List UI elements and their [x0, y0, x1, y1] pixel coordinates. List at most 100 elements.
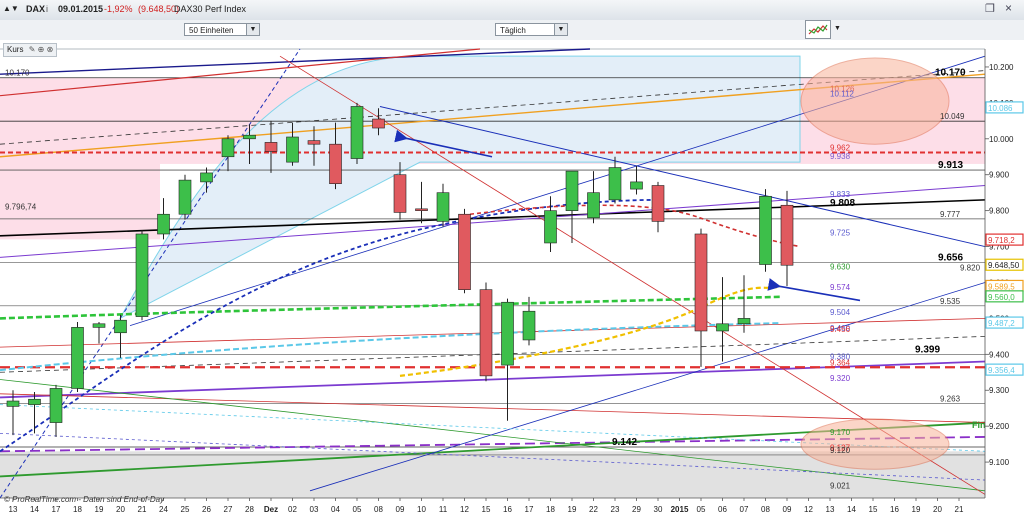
axis-value-badge-label: 9.648,50 [988, 261, 1020, 270]
panel-label-text: Kurs [7, 45, 24, 54]
candle[interactable] [49, 388, 63, 423]
candle[interactable] [737, 318, 751, 325]
x-tick-label: 19 [568, 505, 577, 514]
candle[interactable] [565, 170, 579, 211]
price-level-label: 9.120 [830, 446, 851, 455]
target-ellipse [800, 57, 950, 145]
candle[interactable] [92, 323, 106, 328]
y-tick-label: 9.100 [989, 458, 1010, 467]
x-tick-label: 02 [288, 505, 297, 514]
candle[interactable] [221, 138, 235, 158]
x-tick-label: 06 [718, 505, 727, 514]
x-tick-label: 16 [503, 505, 512, 514]
price-level-label: 9.456 [830, 325, 851, 334]
candle[interactable] [178, 179, 192, 215]
price-level-label: 9.320 [830, 374, 851, 383]
price-level-label: 9.777 [940, 210, 961, 219]
panel-label: Kurs ✎ ⊕ ⊗ [3, 43, 58, 57]
x-tick-label: 27 [224, 505, 233, 514]
candle[interactable] [114, 319, 127, 334]
candle[interactable] [329, 143, 342, 185]
candle[interactable] [393, 174, 407, 213]
candle[interactable] [264, 142, 278, 152]
chevron-down-icon[interactable]: ▼ [246, 24, 259, 35]
candle[interactable] [157, 213, 170, 235]
price-level-label: 9.574 [830, 283, 851, 292]
units-select-value: 50 Einheiten [189, 26, 234, 35]
x-tick-label: 05 [697, 505, 706, 514]
zoom-in-icon[interactable]: ⊕ [38, 45, 45, 54]
axis-value-badge-label: 9.356,4 [988, 366, 1015, 375]
axis-value-badge-label: 9.589,5 [988, 282, 1015, 291]
candle[interactable] [522, 310, 536, 341]
chart-type-button[interactable] [805, 20, 831, 39]
price-level-label: 9.725 [830, 229, 851, 238]
candle[interactable] [501, 301, 514, 366]
candle[interactable] [135, 233, 149, 317]
x-tick-label: 22 [589, 505, 598, 514]
price-level-label: 9.021 [830, 481, 851, 490]
candle[interactable] [759, 195, 772, 265]
price-level-label: 10.112 [830, 90, 854, 99]
candle[interactable] [350, 106, 364, 159]
candle[interactable] [780, 204, 794, 266]
x-tick-label: 30 [654, 505, 663, 514]
candle[interactable] [716, 323, 729, 332]
candle[interactable] [286, 136, 299, 163]
candle[interactable] [28, 398, 41, 405]
price-level-label: 9.820 [960, 263, 981, 272]
candle[interactable] [436, 192, 450, 222]
copyright-text: © ProRealTime.com - Daten sind End-of-Da… [4, 495, 165, 504]
x-tick-label: Dez [264, 505, 278, 514]
candle[interactable] [587, 192, 600, 219]
y-tick-label: 9.400 [989, 350, 1010, 359]
candle[interactable] [200, 172, 213, 183]
window-close-icon[interactable]: × [1005, 1, 1012, 15]
units-select[interactable]: 50 Einheiten ▼ [184, 23, 260, 36]
candlestick-chart[interactable]: 10.17010.12610.11210.0499.9629.9389.9139… [0, 40, 1024, 520]
x-tick-label: 04 [331, 505, 340, 514]
x-tick-label: 12 [460, 505, 469, 514]
x-tick-label: 18 [546, 505, 555, 514]
close-panel-icon[interactable]: ⊗ [47, 45, 54, 54]
price-level-label: 9.808 [830, 198, 855, 209]
x-tick-label: 14 [847, 505, 856, 514]
chevron-down-icon[interactable]: ▼ [554, 24, 567, 35]
x-tick-label: 20 [116, 505, 125, 514]
candle[interactable] [544, 210, 557, 244]
candle[interactable] [630, 181, 643, 190]
index-name: DAX30 Perf Index [174, 4, 247, 14]
price-level-label: 9.364 [830, 358, 851, 367]
quote-date: 09.01.2015 [58, 4, 104, 14]
wrench-icon[interactable]: ✎ [29, 45, 36, 54]
price-level-label: 9.399 [915, 345, 940, 356]
window-restore-icon[interactable]: ❐ [985, 2, 995, 15]
copyright-footer: © ProRealTime.com - Daten sind End-of-Da… [4, 495, 164, 504]
axis-value-badge-label: 9.718,2 [988, 236, 1015, 245]
candle[interactable] [479, 289, 493, 377]
candle[interactable] [694, 233, 708, 332]
price-level-label: 9.263 [940, 395, 961, 404]
candle[interactable] [6, 400, 20, 407]
x-tick-label: 23 [611, 505, 620, 514]
instrument-dropdown-icon[interactable]: ▲▼ [3, 4, 19, 13]
chart-type-dropdown-icon[interactable]: ▼ [834, 25, 841, 32]
candle[interactable] [415, 208, 428, 211]
candle[interactable] [71, 327, 84, 389]
interval-select[interactable]: Täglich ▼ [495, 23, 568, 36]
y-tick-label: 9.900 [989, 171, 1010, 180]
candle[interactable] [243, 134, 256, 140]
x-tick-label: 09 [396, 505, 405, 514]
candle[interactable] [651, 185, 665, 222]
info-icon[interactable]: i [46, 4, 48, 14]
price-level-label: 9.630 [830, 263, 851, 272]
x-tick-label: 07 [740, 505, 749, 514]
candle[interactable] [458, 213, 471, 290]
instrument-label[interactable]: DAX [26, 4, 45, 14]
candle[interactable] [307, 140, 321, 145]
candle[interactable] [608, 167, 622, 201]
y-tick-label: 10.000 [989, 135, 1014, 144]
x-tick-label: 10 [417, 505, 426, 514]
x-tick-label: 09 [783, 505, 792, 514]
candle[interactable] [372, 118, 385, 129]
